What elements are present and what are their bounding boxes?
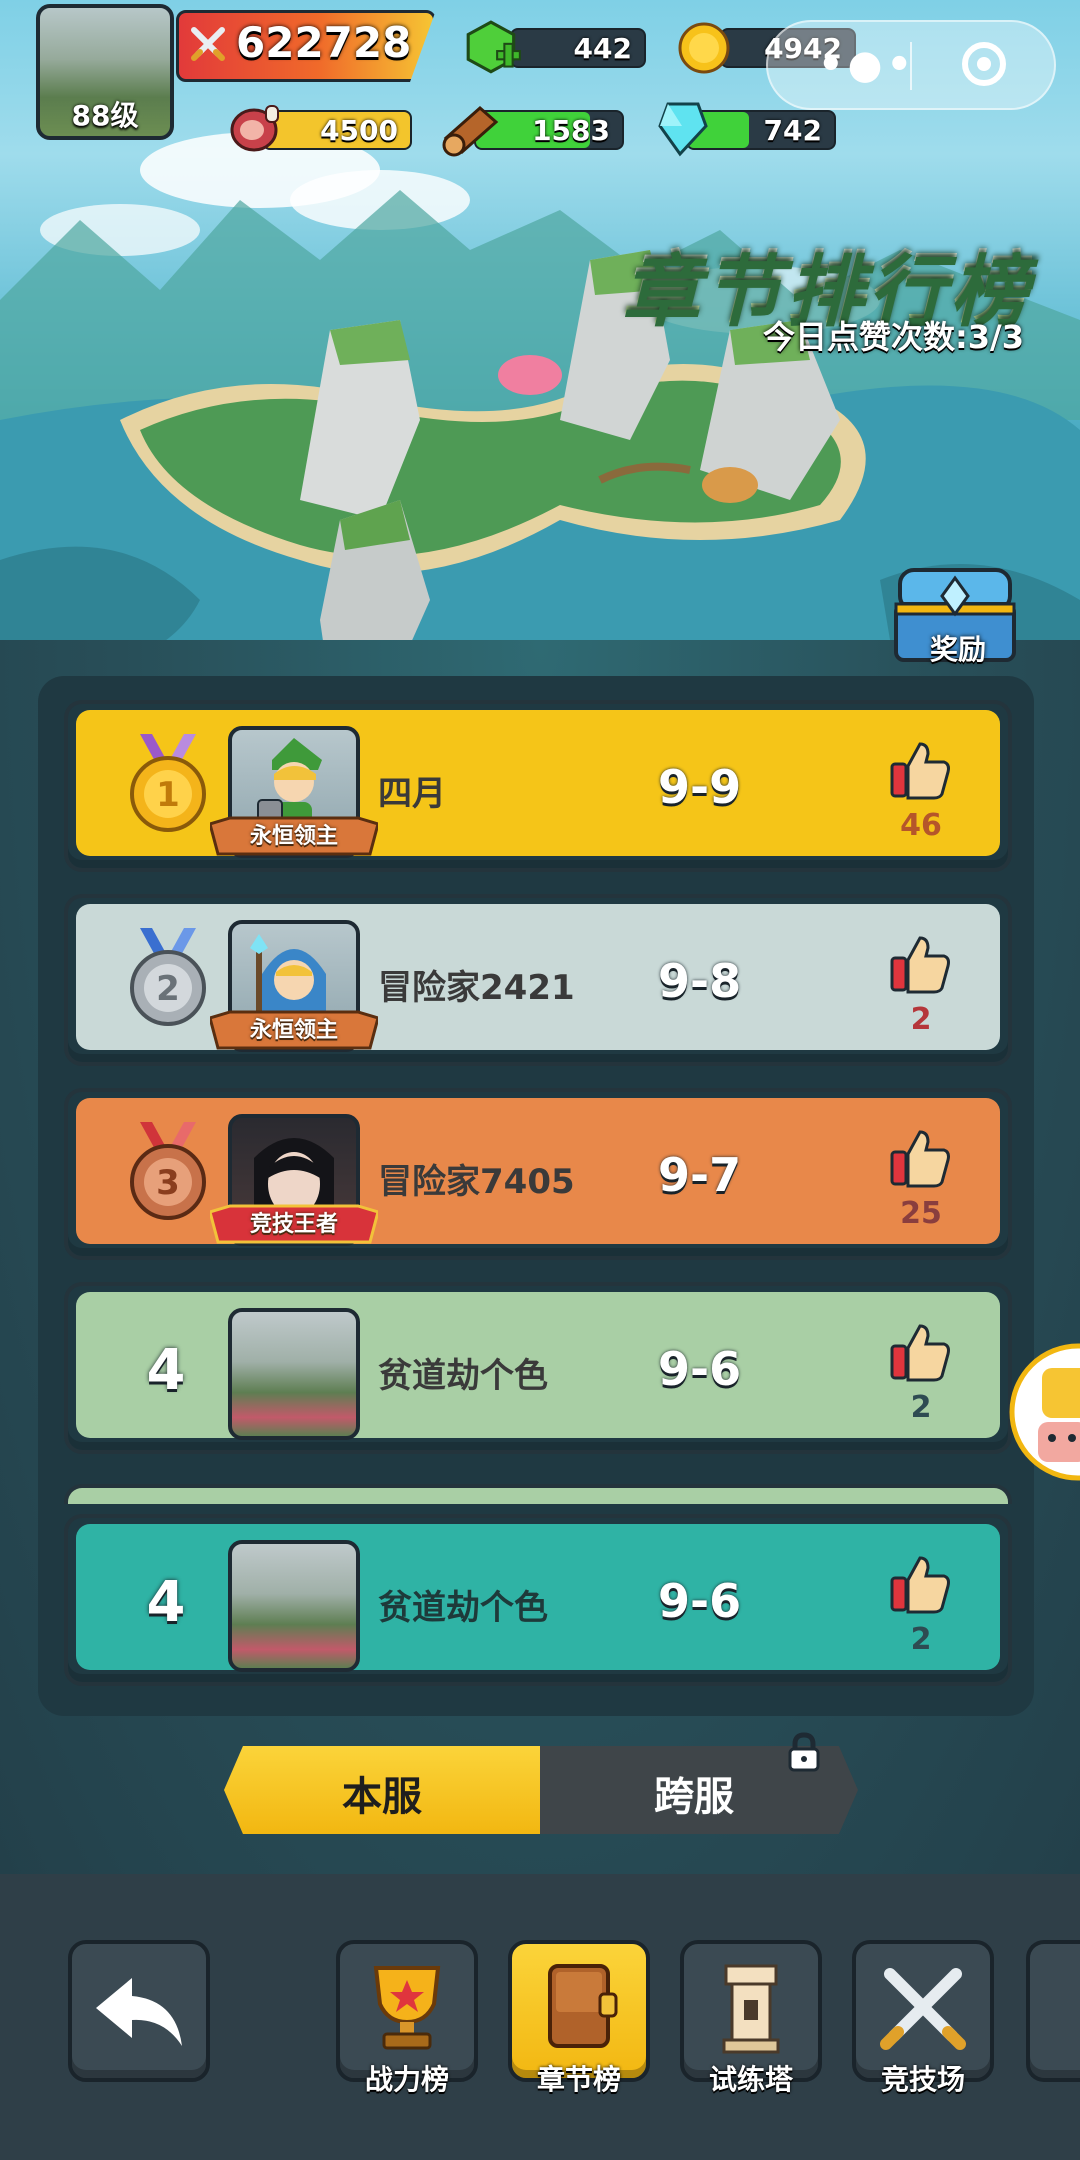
game-screen: 88级 622728 442 4942 •●• 4500 1583 742 章节… <box>0 0 1080 2160</box>
leaderboard-panel: 1 永恒领主 四月 9-9 46 2 永恒领主 冒险家2421 9-8 2 3 … <box>38 676 1034 1716</box>
combat-power-value: 622728 <box>236 18 412 67</box>
chapter-progress: 9-7 <box>658 1148 742 1202</box>
like-count: 2 <box>910 1622 932 1657</box>
capsule-divider <box>910 42 912 90</box>
player-name: 四月 <box>378 774 446 814</box>
gems-counter[interactable]: 442 <box>510 28 646 68</box>
silver-medal-icon: 2 <box>130 928 206 1026</box>
tab-local-server-label: 本服 <box>342 1774 422 1820</box>
player-avatar[interactable]: 88级 <box>36 4 174 140</box>
leaderboard-row-1[interactable]: 1 永恒领主 四月 9-9 46 <box>64 700 1012 872</box>
like-count: 2 <box>910 1002 932 1037</box>
meat-icon <box>230 105 279 152</box>
chapter-progress: 9-6 <box>658 1574 742 1628</box>
title-tag: 竞技王者 <box>249 1212 338 1237</box>
meat-value: 4500 <box>320 114 398 147</box>
close-target-icon[interactable] <box>962 42 1006 86</box>
green-gem-plus-icon[interactable] <box>462 18 524 80</box>
likes-today-counter: 今日点赞次数:3/3 <box>762 318 1024 356</box>
svg-text:2: 2 <box>156 969 180 1009</box>
miniprogram-capsule: •●• <box>766 20 1056 110</box>
side-mascot-icon[interactable] <box>1006 1338 1080 1484</box>
gold-medal-icon: 1 <box>130 734 206 832</box>
tab-cross-server-label: 跨服 <box>654 1774 734 1820</box>
chapter-progress: 9-8 <box>658 954 742 1008</box>
reward-label: 奖励 <box>929 633 986 666</box>
thumbs-up-icon[interactable] <box>890 934 952 994</box>
like-count: 2 <box>910 1390 932 1425</box>
wood-log-icon <box>442 106 499 157</box>
gold-coin-icon <box>678 22 730 74</box>
nav-power-ranking-label: 战力榜 <box>364 2063 449 2096</box>
chapter-progress: 9-6 <box>658 1342 742 1396</box>
bronze-medal-icon: 3 <box>130 1122 206 1220</box>
rank-number: 4 <box>146 1570 186 1635</box>
nav-trial-tower-label: 试练塔 <box>708 2063 793 2096</box>
meat-counter: 4500 <box>262 110 412 150</box>
title-tag: 永恒领主 <box>249 1018 338 1043</box>
lock-icon <box>788 1732 820 1772</box>
player-name: 冒险家7405 <box>378 1162 575 1202</box>
svg-text:3: 3 <box>156 1163 180 1203</box>
thumbs-up-icon[interactable] <box>890 740 952 800</box>
back-button[interactable] <box>68 1940 210 2082</box>
thumbs-up-icon[interactable] <box>890 1128 952 1188</box>
player-name: 贫道劫个色 <box>378 1588 548 1628</box>
like-count: 25 <box>900 1196 942 1231</box>
player-level: 88级 <box>71 99 139 132</box>
nav-more-partial[interactable] <box>1026 1940 1080 2082</box>
back-arrow-icon <box>96 1978 182 2046</box>
leaderboard-row-4[interactable]: 4 贫道劫个色 9-6 2 <box>64 1282 1012 1454</box>
player-name: 冒险家2421 <box>378 968 575 1008</box>
leaderboard-row-next-partial <box>64 1484 1012 1504</box>
nav-chapter-ranking-label: 章节榜 <box>536 2063 621 2096</box>
player-name: 贫道劫个色 <box>378 1356 548 1396</box>
thumbs-up-icon[interactable] <box>890 1322 952 1382</box>
thumbs-up-icon[interactable] <box>890 1554 952 1614</box>
my-rank-row[interactable]: 4 贫道劫个色 9-6 2 <box>64 1514 1012 1686</box>
blue-crystal-icon <box>658 102 708 157</box>
wood-value: 1583 <box>532 114 610 147</box>
title-tag: 永恒领主 <box>249 824 338 849</box>
leaderboard-row-2[interactable]: 2 永恒领主 冒险家2421 9-8 2 <box>64 894 1012 1066</box>
gems-value: 442 <box>573 32 632 65</box>
leaderboard-row-3[interactable]: 3 竞技王者 冒险家7405 9-7 25 <box>64 1088 1012 1260</box>
like-count: 46 <box>900 808 942 843</box>
player-portrait[interactable] <box>228 1540 360 1672</box>
crossed-swords-icon <box>191 27 225 61</box>
crystal-value: 742 <box>763 114 822 147</box>
svg-text:1: 1 <box>156 775 180 815</box>
player-portrait[interactable] <box>228 1308 360 1440</box>
rank-number: 4 <box>146 1338 186 1403</box>
server-switch: 本服 跨服 <box>224 1732 858 1838</box>
more-menu-icon[interactable]: •●• <box>818 45 916 85</box>
nav-arena-label: 竞技场 <box>880 2063 965 2096</box>
chapter-progress: 9-9 <box>658 760 742 814</box>
